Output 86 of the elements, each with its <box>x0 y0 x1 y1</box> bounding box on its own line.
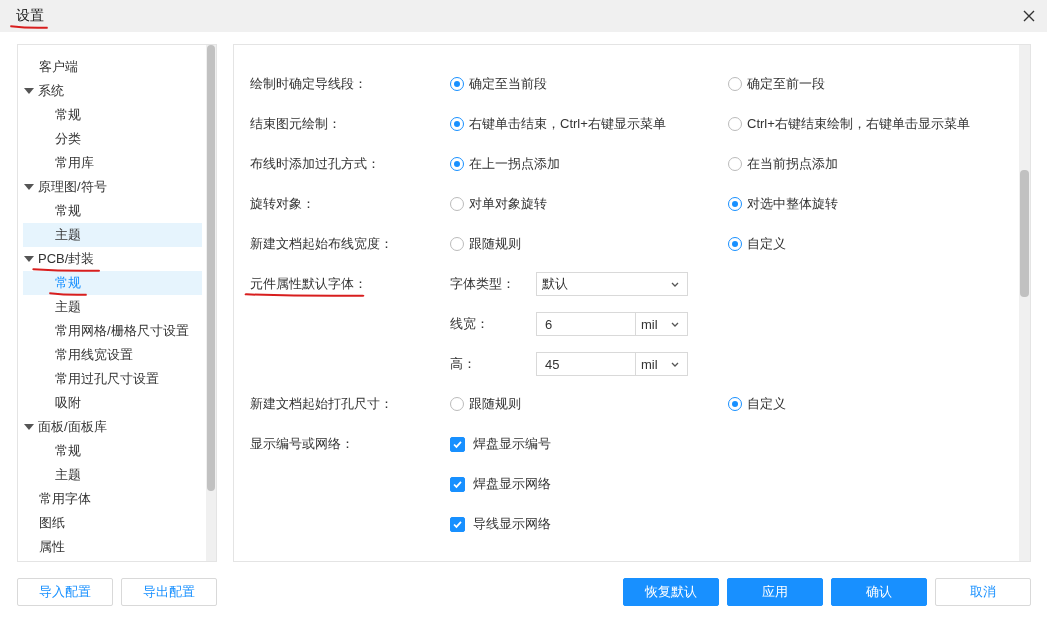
radio-label: 跟随规则 <box>469 395 521 413</box>
radio-label: Ctrl+右键结束绘制，右键单击显示菜单 <box>747 115 970 133</box>
radio-label: 跟随规则 <box>469 235 521 253</box>
tree-item[interactable]: 常规 <box>23 103 202 127</box>
tree-item-label: 分类 <box>55 131 81 146</box>
radio-label: 确定至当前段 <box>469 75 547 93</box>
tree-item-label: 常用过孔尺寸设置 <box>55 371 159 386</box>
tree-item-label: 客户端 <box>39 59 78 74</box>
radio-label: 确定至前一段 <box>747 75 825 93</box>
tree-item[interactable]: 常用网格/栅格尺寸设置 <box>23 319 202 343</box>
tree-item-label: 原理图/符号 <box>38 179 107 194</box>
scrollbar[interactable] <box>206 45 216 561</box>
tree-item[interactable]: 常用字体 <box>23 487 202 511</box>
tree-item-label: 常用网格/栅格尺寸设置 <box>55 323 189 338</box>
tree-item[interactable]: 主题 <box>23 223 202 247</box>
tree-group[interactable]: PCB/封装 <box>23 247 202 271</box>
tree-item-label: 主题 <box>55 299 81 314</box>
tree-item[interactable]: 常规 <box>23 439 202 463</box>
dropdown-caret-icon <box>671 321 679 327</box>
checkbox-label: 焊盘显示编号 <box>473 435 551 453</box>
field-label: 线宽： <box>450 315 490 333</box>
setting-label: 绘制时确定导线段： <box>250 76 367 91</box>
checkbox-label: 导线显示网络 <box>473 515 551 533</box>
tree-item-label: 常规 <box>55 107 81 122</box>
tree-item-label: 常用字体 <box>39 491 91 506</box>
tree-item[interactable]: 主题 <box>23 463 202 487</box>
setting-label: 结束图元绘制： <box>250 116 341 131</box>
expand-caret-icon[interactable] <box>24 424 34 430</box>
setting-label: 显示编号或网络： <box>250 436 354 451</box>
expand-caret-icon[interactable] <box>24 88 34 94</box>
tree-item-label: 主题 <box>55 467 81 482</box>
tree-item[interactable]: 属性 <box>23 535 202 559</box>
radio-label: 在当前拐点添加 <box>747 155 838 173</box>
tree-item-label: 常规 <box>55 203 81 218</box>
font-type-select[interactable]: 默认 <box>536 272 688 296</box>
tree-item[interactable]: 吸附 <box>23 391 202 415</box>
tree-group[interactable]: 系统 <box>23 79 202 103</box>
radio-label: 在上一拐点添加 <box>469 155 560 173</box>
setting-label: 新建文档起始打孔尺寸： <box>250 396 393 411</box>
tree-item[interactable]: 图纸 <box>23 511 202 535</box>
input-field[interactable]: 6 <box>536 312 636 336</box>
tree-item-label: 图纸 <box>39 515 65 530</box>
radio-label: 对选中整体旋转 <box>747 195 838 213</box>
tree-item[interactable]: 常规 <box>23 199 202 223</box>
tree-item[interactable]: 客户端 <box>23 55 202 79</box>
expand-caret-icon[interactable] <box>24 256 34 262</box>
tree-item-label: 属性 <box>39 539 65 554</box>
tree-item[interactable]: 常用线宽设置 <box>23 343 202 367</box>
tree-group[interactable]: 原理图/符号 <box>23 175 202 199</box>
tree-item-label: 常规 <box>55 275 81 290</box>
dropdown-caret-icon <box>671 281 679 287</box>
tree-item-label: 常规 <box>55 443 81 458</box>
tree-group[interactable]: 面板/面板库 <box>23 415 202 439</box>
unit-select[interactable]: mil <box>636 312 688 336</box>
tree-item-label: 面板/面板库 <box>38 419 107 434</box>
radio-label: 对单对象旋转 <box>469 195 547 213</box>
unit-select[interactable]: mil <box>636 352 688 376</box>
dropdown-caret-icon <box>671 361 679 367</box>
scrollbar[interactable] <box>1019 45 1030 561</box>
checkbox[interactable] <box>450 516 465 532</box>
tree-item-label: PCB/封装 <box>38 251 95 266</box>
radio-label: 自定义 <box>747 395 786 413</box>
radio-label: 自定义 <box>747 235 786 253</box>
setting-label: 旋转对象： <box>250 196 315 211</box>
window-title: 设置 <box>16 7 44 23</box>
checkbox-label: 焊盘显示网络 <box>473 475 551 493</box>
input-field[interactable]: 45 <box>536 352 636 376</box>
field-label: 高： <box>450 355 477 373</box>
tree-item-label: 主题 <box>55 227 81 242</box>
tree-item-label: 常用库 <box>55 155 94 170</box>
tree-item[interactable]: 分类 <box>23 127 202 151</box>
tree-item-label: 吸附 <box>55 395 81 410</box>
tree-item-label: 系统 <box>38 83 64 98</box>
close-icon[interactable] <box>1023 10 1035 22</box>
expand-caret-icon[interactable] <box>24 184 34 190</box>
tree-item[interactable]: 常用库 <box>23 151 202 175</box>
tree-item-label: 常用线宽设置 <box>55 347 133 362</box>
radio-label: 右键单击结束，Ctrl+右键显示菜单 <box>469 115 666 133</box>
checkbox[interactable] <box>450 436 465 452</box>
checkbox[interactable] <box>450 476 465 492</box>
setting-label: 新建文档起始布线宽度： <box>250 236 393 251</box>
setting-label: 元件属性默认字体： <box>250 276 367 291</box>
field-label: 字体类型： <box>450 275 516 293</box>
tree-item[interactable]: 常用过孔尺寸设置 <box>23 367 202 391</box>
setting-label: 布线时添加过孔方式： <box>250 156 380 171</box>
tree-item[interactable]: 主题 <box>23 295 202 319</box>
